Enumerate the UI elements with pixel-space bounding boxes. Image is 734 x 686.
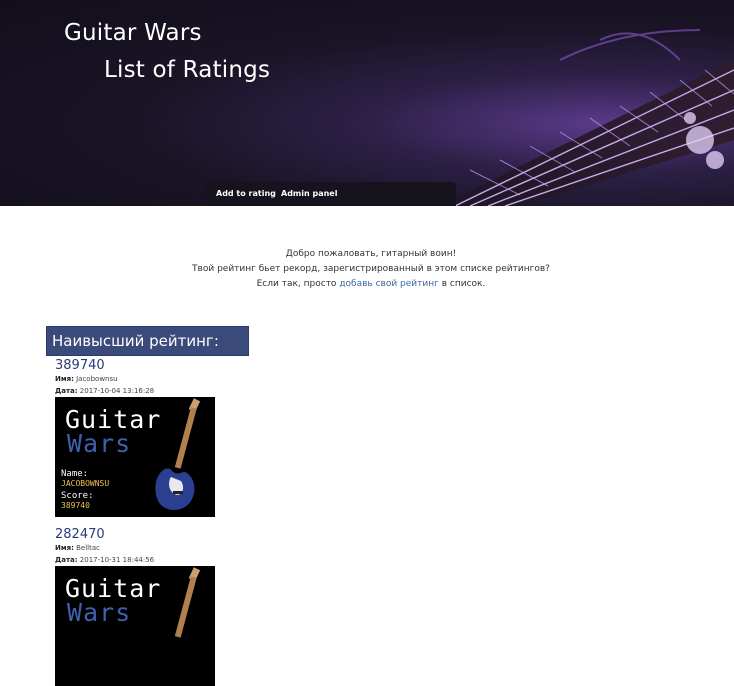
score-screenshot: Guitar Wars Name: JACOBOWNSU Score: 3897… <box>55 397 215 517</box>
entry-score: 389740 <box>55 358 105 373</box>
intro-line-2: Твой рейтинг бьет рекорд, зарегистрирова… <box>192 264 550 274</box>
shot-score: 389740 <box>61 501 90 510</box>
entry-date-row: Дата: 2017-10-31 18:44:56 <box>55 554 225 566</box>
entry-date-row: Дата: 2017-10-04 13:16:28 <box>55 385 225 397</box>
shot-name: JACOBOWNSU <box>61 479 110 488</box>
nav-add-to-rating-link[interactable]: Add to rating <box>216 189 276 198</box>
intro-line-1: Добро пожаловать, гитарный воин! <box>285 249 457 259</box>
shot-score-label: Score: <box>61 491 94 501</box>
entry-date: 2017-10-04 13:16:28 <box>79 387 155 395</box>
entry-date: 2017-10-31 18:44:56 <box>79 556 155 564</box>
score-entry: 282470 Имя: Belltac Дата: 2017-10-31 18:… <box>55 528 225 686</box>
entry-name: Belltac <box>76 544 100 552</box>
shot-title-wars: Wars <box>67 429 132 458</box>
score-screenshot: Guitar Wars <box>55 566 215 686</box>
add-rating-link[interactable]: добавь свой рейтинг <box>339 279 439 289</box>
entry-date-label: Дата: <box>55 387 78 395</box>
bass-guitar-icon <box>155 398 201 510</box>
nav-bar: Add to rating Admin panel <box>206 182 456 206</box>
nav-admin-panel-link[interactable]: Admin panel <box>281 189 337 198</box>
header-banner: Guitar Wars List of Ratings Add to ratin… <box>0 0 734 206</box>
entry-score: 282470 <box>55 527 105 542</box>
intro-line-3-prefix: Если так, просто <box>256 279 337 289</box>
entry-name: Jacobownsu <box>76 375 118 383</box>
score-entry: 389740 Имя: Jacobownsu Дата: 2017-10-04 … <box>55 359 225 517</box>
top-score-label: Наивысший рейтинг: <box>52 332 219 350</box>
guitar-icon <box>174 567 201 638</box>
entry-name-row: Имя: Belltac <box>55 542 225 554</box>
site-subtitle: List of Ratings <box>104 57 271 83</box>
shot-title-wars: Wars <box>67 598 132 627</box>
top-score-banner: Наивысший рейтинг: 389740 <box>46 326 249 378</box>
site-title: Guitar Wars <box>64 20 202 46</box>
intro-line-3: Если так, просто добавь свой рейтинг в с… <box>0 277 734 292</box>
shot-name-label: Name: <box>61 469 89 479</box>
entry-name-label: Имя: <box>55 375 74 383</box>
intro-line-3-suffix: в список. <box>441 279 486 289</box>
intro-text: Добро пожаловать, гитарный воин! Твой ре… <box>0 247 734 292</box>
entry-name-row: Имя: Jacobownsu <box>55 373 225 385</box>
entry-date-label: Дата: <box>55 556 78 564</box>
entry-name-label: Имя: <box>55 544 74 552</box>
